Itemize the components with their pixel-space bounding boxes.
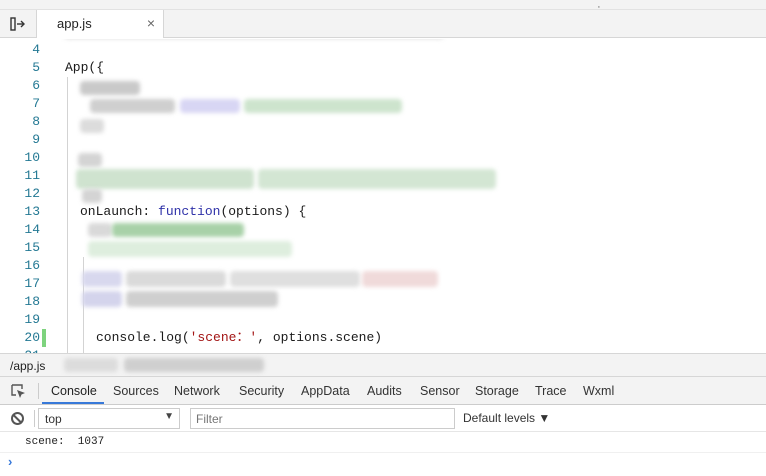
console-prompt-icon[interactable]: › <box>8 454 12 469</box>
obscured-code <box>126 271 226 287</box>
call-suffix: , options.scene) <box>257 330 383 345</box>
call-prefix: console.log( <box>96 330 190 345</box>
tab-trace[interactable]: Trace <box>535 384 567 398</box>
function-params: (options) { <box>220 204 307 219</box>
obscured-code <box>90 99 175 113</box>
tab-console[interactable]: Console <box>51 384 97 398</box>
tab-security[interactable]: Security <box>239 384 284 398</box>
log-levels-dropdown[interactable]: Default levels ▼ <box>463 411 550 425</box>
separator <box>38 383 39 399</box>
obscured-code <box>76 169 254 189</box>
obscured-path <box>124 358 264 372</box>
obscured-code <box>180 99 240 113</box>
tab-wxml[interactable]: Wxml <box>583 384 614 398</box>
obscured-code <box>80 119 104 133</box>
devtools-tab-bar: Console Sources Network Security AppData… <box>0 377 766 405</box>
obscured-code <box>88 223 112 237</box>
obscured-code <box>80 81 140 95</box>
console-output: scene: 1037 › <box>0 432 766 476</box>
string-literal: 'scene：' <box>189 330 258 345</box>
filter-input[interactable] <box>190 408 455 429</box>
obscured-code <box>230 271 360 287</box>
close-tab-icon[interactable]: × <box>147 16 155 30</box>
console-message: scene: 1037 <box>0 432 766 453</box>
obscured-code <box>82 271 122 287</box>
file-path-bar: /app.js <box>0 353 766 377</box>
context-select[interactable]: top ▼ <box>38 408 180 429</box>
obscured-code <box>258 169 496 189</box>
tab-sensor[interactable]: Sensor <box>420 384 460 398</box>
property-name: onLaunch: <box>80 204 159 219</box>
obscured-code <box>82 291 122 307</box>
tab-storage[interactable]: Storage <box>475 384 519 398</box>
obscured-code <box>126 291 278 307</box>
log-message-text: scene: 1037 <box>25 436 105 448</box>
inspect-element-icon[interactable] <box>8 382 28 400</box>
active-tab-indicator <box>42 402 104 404</box>
indent-guide <box>67 77 68 353</box>
code-line-app: App({ <box>65 60 105 75</box>
separator <box>34 410 35 427</box>
code-editor[interactable]: 4 5 6 7 8 9 10 11 12 13 14 15 16 17 18 1… <box>0 39 766 353</box>
context-value: top <box>45 412 62 426</box>
tab-app-js[interactable]: app.js × <box>36 10 164 38</box>
obscured-path <box>64 358 118 372</box>
code-line-onlaunch: onLaunch: function(options) { <box>80 203 306 221</box>
code-area: App({ onLaunch: function(options) { cons… <box>0 39 766 353</box>
obscured-code <box>244 99 402 113</box>
tab-network[interactable]: Network <box>174 384 220 398</box>
tab-appdata[interactable]: AppData <box>301 384 350 398</box>
console-toolbar: top ▼ Default levels ▼ <box>0 405 766 432</box>
obscured-code <box>112 223 244 237</box>
obscured-code <box>88 241 292 257</box>
tab-sources[interactable]: Sources <box>113 384 159 398</box>
corner-mark: ‚ <box>598 0 600 9</box>
clear-console-icon[interactable] <box>11 412 24 425</box>
navigator-toggle-icon[interactable] <box>4 12 32 36</box>
obscured-code <box>82 189 102 203</box>
file-path[interactable]: /app.js <box>10 359 45 373</box>
obscured-code <box>362 271 438 287</box>
keyword-function: function <box>158 204 221 219</box>
tab-audits[interactable]: Audits <box>367 384 402 398</box>
dropdown-arrow-icon: ▼ <box>164 411 174 422</box>
obscured-code <box>78 153 102 167</box>
code-line-console-log: console.log('scene：', options.scene) <box>96 329 382 347</box>
tab-label: app.js <box>57 16 92 31</box>
window-top-strip: ‚ <box>0 0 766 10</box>
editor-tab-bar: ‚ app.js × <box>0 0 766 38</box>
